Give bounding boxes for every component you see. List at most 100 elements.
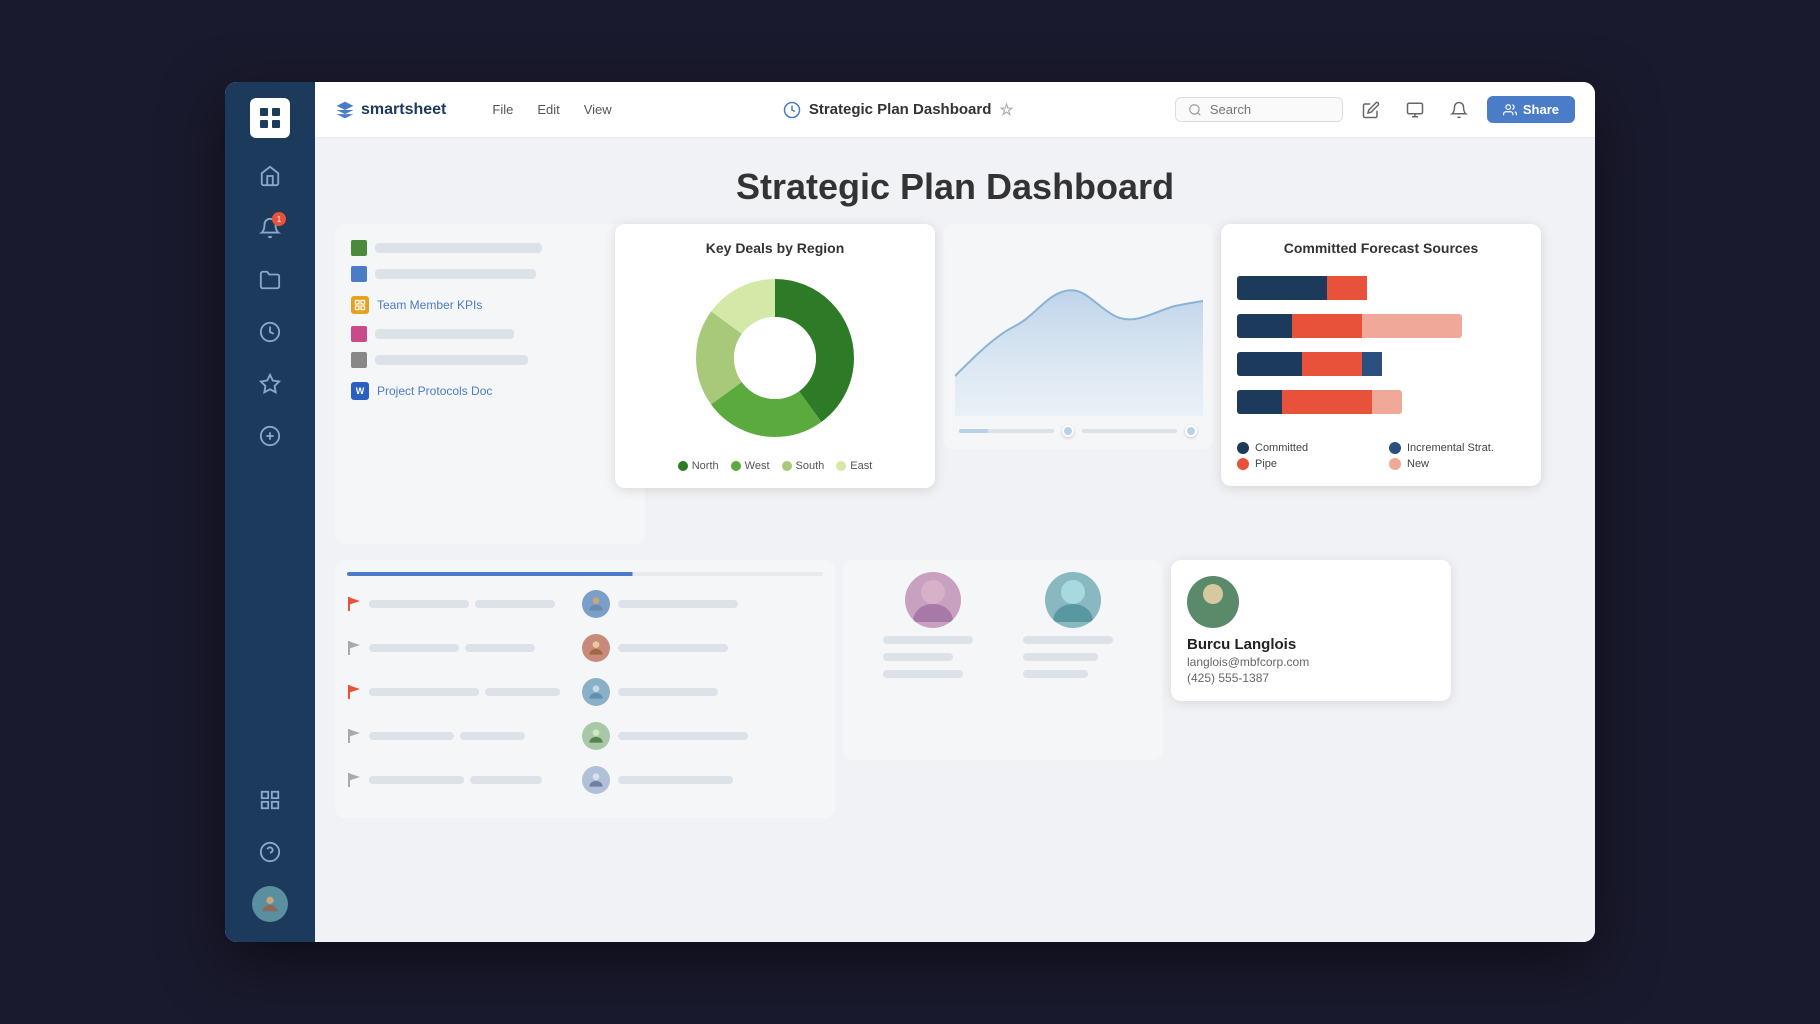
app-name: smartsheet — [361, 101, 446, 119]
bottom-row: Burcu Langlois langlois@mbfcorp.com (425… — [315, 544, 1595, 838]
forecast-bar-row-1 — [1237, 276, 1525, 300]
sidebar-star-icon[interactable] — [248, 362, 292, 406]
avatar-small — [582, 722, 610, 750]
table-row — [347, 762, 823, 798]
team-member-kpis-label: Team Member KPIs — [377, 298, 482, 312]
new-dot — [1389, 458, 1401, 470]
favorite-star[interactable]: ☆ — [999, 100, 1013, 120]
sidebar-add-icon[interactable] — [248, 414, 292, 458]
sidebar-clock-icon[interactable] — [248, 310, 292, 354]
table-panel — [335, 560, 835, 818]
notification-badge: 1 — [272, 212, 286, 226]
user-avatar-icon[interactable] — [248, 882, 292, 926]
people-row — [883, 572, 1123, 683]
team-member-kpis-item[interactable]: Team Member KPIs — [351, 292, 629, 318]
table-header-bar — [347, 572, 823, 576]
legend-incremental: Incremental Strat. — [1389, 442, 1525, 454]
search-icon — [1188, 103, 1202, 117]
legend-east: East — [836, 460, 872, 472]
contact-name: Burcu Langlois — [1187, 636, 1296, 653]
person-1 — [883, 572, 983, 683]
table-row — [347, 718, 823, 754]
forecast-bar-row-2 — [1237, 314, 1525, 338]
forecast-card: Committed Forecast Sources — [1221, 224, 1541, 486]
main-content: smartsheet File Edit View Strategic Plan… — [315, 82, 1595, 942]
flag-icon-gray — [347, 729, 361, 743]
row-bars-right — [618, 644, 823, 652]
present-icon[interactable] — [1399, 94, 1431, 126]
sidebar-bell-icon[interactable]: 1 — [248, 206, 292, 250]
legend-west-dot — [731, 461, 741, 471]
menu-edit[interactable]: Edit — [527, 98, 569, 121]
avatar-small — [582, 590, 610, 618]
notification-icon[interactable] — [1443, 94, 1475, 126]
slider-handle-left[interactable] — [1062, 425, 1074, 437]
menu-file[interactable]: File — [482, 98, 523, 121]
row-bars — [369, 644, 574, 652]
search-bar[interactable] — [1175, 97, 1343, 122]
sidebar-help-icon[interactable] — [248, 830, 292, 874]
topbar-title-section: Strategic Plan Dashboard ☆ — [638, 100, 1159, 120]
committed-dot — [1237, 442, 1249, 454]
flag-icon-gray — [347, 773, 361, 787]
app-logo[interactable] — [250, 98, 290, 138]
project-protocols-item[interactable]: W Project Protocols Doc — [351, 378, 629, 404]
topbar: smartsheet File Edit View Strategic Plan… — [315, 82, 1595, 138]
row-bars-right — [618, 732, 823, 740]
charts-row: Team Member KPIs W Project Pro — [315, 224, 1595, 544]
color-indicator — [351, 266, 367, 282]
table-row — [347, 674, 823, 710]
area-chart-card — [943, 224, 1213, 449]
forecast-legend: Committed Incremental Strat. Pipe N — [1237, 442, 1525, 470]
sidebar-home-icon[interactable] — [248, 154, 292, 198]
avatar-small — [582, 634, 610, 662]
avatar-small — [582, 766, 610, 794]
color-indicator — [351, 326, 367, 342]
table-row — [347, 630, 823, 666]
person-2 — [1023, 572, 1123, 683]
legend-pipe: Pipe — [1237, 458, 1373, 470]
page-title: Strategic Plan Dashboard — [315, 138, 1595, 224]
row-bars — [369, 688, 574, 696]
person-avatar-1 — [905, 572, 961, 628]
word-doc-icon: W — [351, 382, 369, 400]
sidebar-folder-icon[interactable] — [248, 258, 292, 302]
contact-card: Burcu Langlois langlois@mbfcorp.com (425… — [1171, 560, 1451, 701]
people-panel — [843, 560, 1163, 760]
key-deals-card: Key Deals by Region — [615, 224, 935, 488]
bar-placeholder — [375, 243, 542, 253]
color-indicator — [351, 240, 367, 256]
legend-south-dot — [782, 461, 792, 471]
topbar-menu: File Edit View — [482, 98, 621, 121]
key-deals-title: Key Deals by Region — [631, 240, 919, 256]
area-chart — [955, 236, 1203, 416]
row-bars-right — [618, 600, 823, 608]
sidebar-grid-icon[interactable] — [248, 778, 292, 822]
sidebar: 1 — [225, 82, 315, 942]
avatar-small — [582, 678, 610, 706]
contact-avatar — [1187, 576, 1239, 628]
donut-chart-container — [631, 268, 919, 448]
flag-icon-red — [347, 685, 361, 699]
legend-east-dot — [836, 461, 846, 471]
project-protocols-label: Project Protocols Doc — [377, 384, 492, 398]
menu-view[interactable]: View — [574, 98, 622, 121]
pipe-dot — [1237, 458, 1249, 470]
contact-email: langlois@mbfcorp.com — [1187, 655, 1309, 669]
panel-row-2 — [351, 266, 629, 282]
slider-handle-right[interactable] — [1185, 425, 1197, 437]
person-avatar-2 — [1045, 572, 1101, 628]
donut-legend: North West South East — [631, 460, 919, 472]
kpi-doc-icon — [351, 296, 369, 314]
edit-icon[interactable] — [1355, 94, 1387, 126]
panel-row-4 — [351, 352, 629, 368]
forecast-bar-row-4 — [1237, 390, 1525, 414]
bar-placeholder — [375, 269, 536, 279]
panel-row-1 — [351, 240, 629, 256]
flag-icon-gray — [347, 641, 361, 655]
row-bars-right — [618, 688, 823, 696]
search-input[interactable] — [1210, 102, 1330, 117]
share-button[interactable]: Share — [1487, 96, 1575, 123]
legend-west: West — [731, 460, 770, 472]
bar-placeholder — [375, 355, 528, 365]
